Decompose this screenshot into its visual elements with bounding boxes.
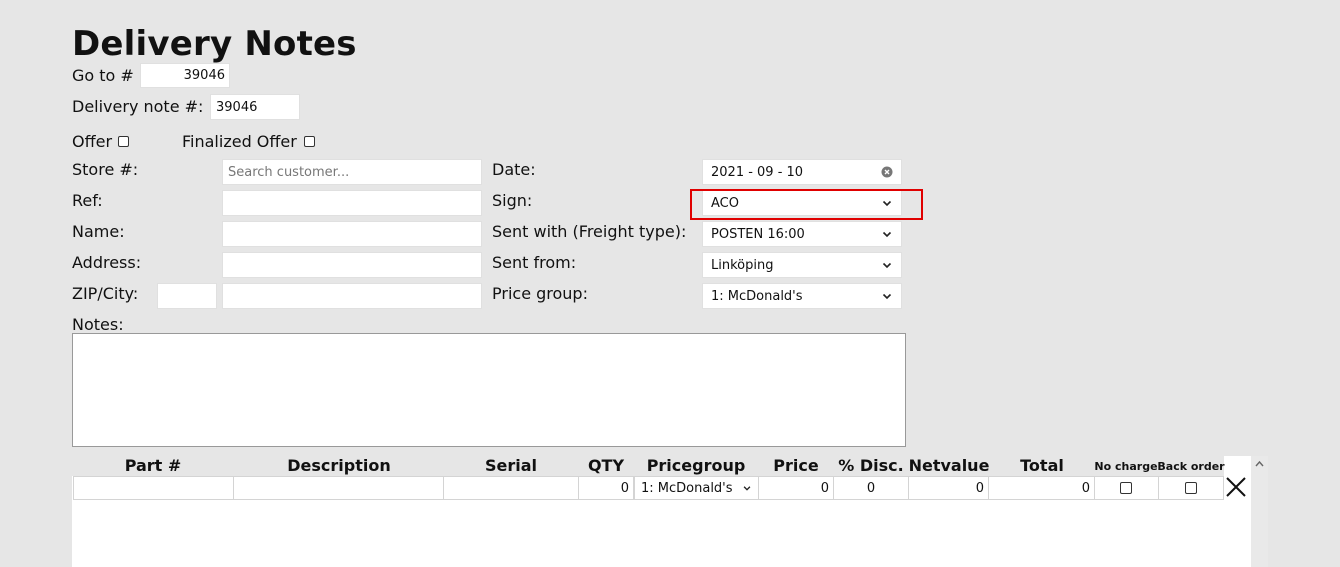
row-qty-input[interactable]: 0 bbox=[578, 476, 634, 500]
sign-highlight-box bbox=[690, 189, 923, 220]
notes-textarea[interactable] bbox=[72, 333, 906, 447]
store-label: Store #: bbox=[72, 160, 139, 179]
close-x-icon[interactable] bbox=[1225, 476, 1247, 498]
table-scrollbar[interactable] bbox=[1251, 456, 1268, 567]
address-input[interactable] bbox=[222, 252, 482, 278]
offer-label: Offer bbox=[72, 132, 113, 151]
goto-input[interactable]: 39046 bbox=[140, 63, 230, 88]
col-description: Description bbox=[287, 456, 391, 475]
col-qty: QTY bbox=[587, 456, 625, 475]
row-description-input[interactable] bbox=[233, 476, 444, 500]
freight-select[interactable]: POSTEN 16:00 bbox=[702, 221, 902, 247]
col-netvalue: Netvalue bbox=[908, 456, 990, 475]
col-disc: % Disc. bbox=[838, 456, 904, 475]
col-total: Total bbox=[1020, 456, 1064, 475]
row-serial-input[interactable] bbox=[443, 476, 579, 500]
ref-input[interactable] bbox=[222, 190, 482, 216]
col-pricegroup: Pricegroup bbox=[646, 456, 746, 475]
delivery-note-input[interactable]: 39046 bbox=[210, 94, 300, 120]
row-price-input[interactable]: 0 bbox=[758, 476, 834, 500]
price-group-label: Price group: bbox=[492, 284, 588, 303]
zip-input[interactable] bbox=[157, 283, 217, 309]
col-part: Part # bbox=[124, 456, 182, 475]
sent-from-select[interactable]: Linköping bbox=[702, 252, 902, 278]
sign-label: Sign: bbox=[492, 191, 533, 210]
finalized-offer-label: Finalized Offer bbox=[182, 132, 297, 151]
row-pricegroup-select[interactable]: 1: McDonald's bbox=[634, 476, 759, 500]
address-label: Address: bbox=[72, 253, 142, 272]
row-netvalue-value: 0 bbox=[975, 480, 984, 496]
price-group-value: 1: McDonald's bbox=[711, 288, 803, 304]
clear-circle-icon[interactable] bbox=[881, 166, 893, 178]
row-total-input[interactable]: 0 bbox=[988, 476, 1095, 500]
row-pricegroup-value: 1: McDonald's bbox=[641, 480, 733, 496]
goto-value: 39046 bbox=[183, 68, 225, 83]
date-input[interactable]: 2021 - 09 - 10 bbox=[702, 159, 902, 185]
chevron-up-icon[interactable] bbox=[1254, 459, 1265, 469]
store-search-placeholder: Search customer... bbox=[228, 164, 350, 180]
col-serial: Serial bbox=[484, 456, 538, 475]
name-label: Name: bbox=[72, 222, 125, 241]
zipcity-label: ZIP/City: bbox=[72, 284, 139, 303]
freight-label: Sent with (Freight type): bbox=[492, 222, 687, 241]
delivery-note-label: Delivery note #: bbox=[72, 97, 204, 116]
offer-checkbox[interactable] bbox=[118, 136, 129, 147]
col-back-order: Back order bbox=[1157, 460, 1225, 473]
row-qty-value: 0 bbox=[620, 480, 629, 496]
store-search-input[interactable]: Search customer... bbox=[222, 159, 482, 185]
col-no-charge: No charge bbox=[1094, 460, 1158, 473]
chevron-down-icon bbox=[882, 262, 892, 269]
freight-value: POSTEN 16:00 bbox=[711, 226, 805, 242]
city-input[interactable] bbox=[222, 283, 482, 309]
goto-label: Go to # bbox=[72, 66, 134, 85]
sent-from-label: Sent from: bbox=[492, 253, 577, 272]
page-title: Delivery Notes bbox=[72, 24, 357, 64]
row-netvalue-input[interactable]: 0 bbox=[908, 476, 989, 500]
finalized-offer-checkbox[interactable] bbox=[304, 136, 315, 147]
row-no-charge-checkbox[interactable] bbox=[1120, 482, 1132, 494]
name-input[interactable] bbox=[222, 221, 482, 247]
sent-from-value: Linköping bbox=[711, 257, 774, 273]
chevron-down-icon bbox=[882, 293, 892, 300]
row-price-value: 0 bbox=[820, 480, 829, 496]
chevron-down-icon bbox=[743, 486, 751, 491]
row-part-input[interactable] bbox=[73, 476, 234, 500]
row-disc-value: 0 bbox=[866, 480, 876, 496]
price-group-select[interactable]: 1: McDonald's bbox=[702, 283, 902, 309]
delivery-note-value: 39046 bbox=[216, 99, 258, 115]
notes-label: Notes: bbox=[72, 315, 124, 334]
row-back-order-checkbox[interactable] bbox=[1185, 482, 1197, 494]
chevron-down-icon bbox=[882, 231, 892, 238]
ref-label: Ref: bbox=[72, 191, 103, 210]
col-price: Price bbox=[773, 456, 819, 475]
date-label: Date: bbox=[492, 160, 536, 179]
row-disc-input[interactable]: 0 bbox=[833, 476, 909, 500]
date-value: 2021 - 09 - 10 bbox=[711, 164, 804, 180]
row-total-value: 0 bbox=[1081, 480, 1090, 496]
